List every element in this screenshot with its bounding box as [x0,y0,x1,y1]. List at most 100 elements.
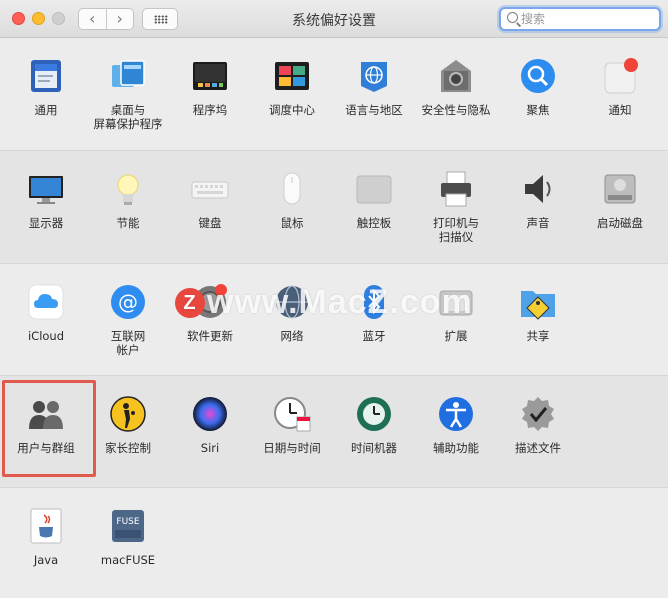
navigation-buttons: ‹ › [78,8,134,30]
pref-keyboard[interactable]: 键盘 [169,160,251,260]
pref-label: 描述文件 [515,441,561,455]
pref-label: 软件更新 [187,329,233,343]
pref-date-time[interactable]: 日期与时间 [251,385,333,485]
pref-label: 蓝牙 [362,329,386,343]
pref-desktop-screensaver[interactable]: 桌面与 屏幕保护程序 [87,47,169,147]
section-personal: 通用 桌面与 屏幕保护程序 程序坞 调度中心 语言与地区 安全性与隐私 聚焦 通… [0,39,668,150]
notifications-icon [601,57,639,95]
section-hardware: 显示器 节能 键盘 鼠标 触控板 打印机与 扫描仪 声音 启动磁盘 [0,150,668,263]
zoom-button[interactable] [52,12,65,25]
pref-label: 互联网 帐户 [110,329,146,357]
svg-text:FUSE: FUSE [116,517,139,527]
minimize-button[interactable] [32,12,45,25]
pref-internet-accounts[interactable]: @ 互联网 帐户 [87,273,169,373]
pref-notifications[interactable]: 通知 [579,47,661,147]
pref-label: 程序坞 [192,103,228,117]
printers-scanners-icon [437,170,475,208]
pref-parental-controls[interactable]: 家长控制 [87,385,169,485]
pref-label: 键盘 [198,216,222,230]
pref-printers-scanners[interactable]: 打印机与 扫描仪 [415,160,497,260]
forward-button[interactable]: › [105,9,134,29]
pref-displays[interactable]: 显示器 [5,160,87,260]
pref-label: 启动磁盘 [597,216,643,230]
pref-siri[interactable]: Siri [169,385,251,485]
time-machine-icon [355,395,393,433]
pref-energy-saver[interactable]: 节能 [87,160,169,260]
language-region-icon [355,57,393,95]
system-preferences-window: ‹ › 系统偏好设置 通用 桌面与 屏幕保护程序 [0,0,668,598]
pref-label: 辅助功能 [433,441,479,455]
grid-icon [154,15,168,24]
pref-label: 鼠标 [280,216,304,230]
watermark: Zwww.MacZ.com [175,283,473,323]
pref-dock[interactable]: 程序坞 [169,47,251,147]
pref-label: 网络 [280,329,304,343]
sharing-icon [519,283,557,321]
pref-macfuse[interactable]: FUSE macFUSE [87,497,169,597]
pref-general[interactable]: 通用 [5,47,87,147]
sound-icon [519,170,557,208]
window-title: 系统偏好设置 [292,13,376,29]
pref-sharing[interactable]: 共享 [497,273,579,373]
startup-disk-icon [601,170,639,208]
show-all-button[interactable] [142,8,178,30]
watermark-text: www.MacZ.com [207,283,473,321]
title-bar: ‹ › 系统偏好设置 [0,0,668,38]
pref-label: macFUSE [100,553,156,567]
pref-trackpad[interactable]: 触控板 [333,160,415,260]
search-input[interactable] [521,9,653,29]
pref-label: 语言与地区 [345,103,403,117]
profiles-icon [519,395,557,433]
internet-accounts-icon: @ [109,283,147,321]
pref-label: 显示器 [28,216,64,230]
pref-icloud[interactable]: iCloud [5,273,87,373]
pref-mission-control[interactable]: 调度中心 [251,47,333,147]
pref-startup-disk[interactable]: 启动磁盘 [579,160,661,260]
search-field[interactable] [499,7,661,31]
pref-label: 打印机与 扫描仪 [433,216,479,244]
macfuse-icon: FUSE [109,507,147,545]
parental-controls-icon [109,395,147,433]
pref-label: Java [33,553,59,567]
pref-security-privacy[interactable]: 安全性与隐私 [415,47,497,147]
pref-label: 节能 [116,216,140,230]
watermark-badge: Z [175,288,205,318]
search-icon [507,12,518,23]
section-other: Java FUSE macFUSE [0,487,668,598]
pref-label: Siri [200,441,220,455]
back-button[interactable]: ‹ [79,9,106,29]
chevron-right-icon: › [116,9,123,28]
pref-java[interactable]: Java [5,497,87,597]
dock-icon [191,57,229,95]
section-system: 用户与群组 家长控制 Siri 日期与时间 时间机器 辅助功能 描述文件 [0,375,668,487]
pref-label: 时间机器 [351,441,397,455]
svg-text:@: @ [118,290,138,314]
date-time-icon [273,395,311,433]
pref-accessibility[interactable]: 辅助功能 [415,385,497,485]
pref-sound[interactable]: 声音 [497,160,579,260]
pref-label: 通用 [34,103,58,117]
pref-label: 桌面与 屏幕保护程序 [93,103,163,131]
trackpad-icon [355,170,393,208]
displays-icon [27,170,65,208]
pref-language-region[interactable]: 语言与地区 [333,47,415,147]
close-button[interactable] [12,12,25,25]
siri-icon [191,395,229,433]
pref-label: 家长控制 [105,441,151,455]
spotlight-icon [519,57,557,95]
pref-spotlight[interactable]: 聚焦 [497,47,579,147]
pref-time-machine[interactable]: 时间机器 [333,385,415,485]
pref-mouse[interactable]: 鼠标 [251,160,333,260]
pref-label: 扩展 [444,329,468,343]
pref-label: 触控板 [356,216,392,230]
pref-label: 调度中心 [269,103,315,117]
mission-control-icon [273,57,311,95]
pref-profiles[interactable]: 描述文件 [497,385,579,485]
pref-label: 安全性与隐私 [421,103,491,117]
accessibility-icon [437,395,475,433]
energy-saver-icon [109,170,147,208]
java-icon [27,507,65,545]
pref-label: 聚焦 [526,103,550,117]
chevron-left-icon: ‹ [89,9,96,28]
pref-label: 声音 [526,216,550,230]
